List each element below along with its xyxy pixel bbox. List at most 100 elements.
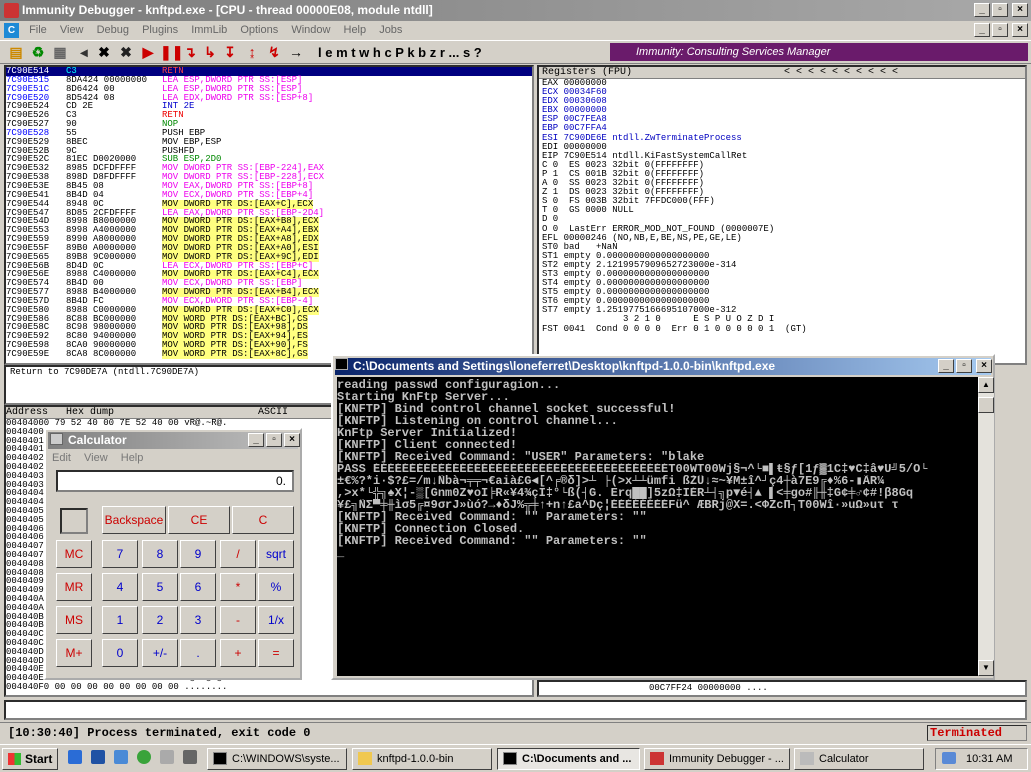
calc-key-key[interactable]: 2 (142, 606, 178, 634)
calc-key-key[interactable]: 7 (102, 540, 138, 568)
console-titlebar[interactable]: C:\Documents and Settings\loneferret\Des… (335, 358, 991, 375)
open-icon[interactable]: ▤ (8, 44, 24, 60)
calc-key-key[interactable]: 1/x (258, 606, 294, 634)
scroll-up-icon[interactable]: ▲ (978, 377, 994, 393)
console-minimize-button[interactable]: _ (938, 359, 954, 373)
calc-menu-view[interactable]: View (84, 452, 108, 464)
calc-key-key[interactable]: 9 (180, 540, 216, 568)
calc-maximize-button[interactable]: ▫ (266, 433, 282, 447)
backspace-button[interactable]: Backspace (102, 506, 166, 534)
disassembly-pane[interactable]: 7C90E514 C3 RETN 7C90E515 8DA424 00000000 LEA… (4, 65, 534, 365)
console-close-button[interactable]: × (976, 359, 992, 373)
register-row[interactable]: ECX 00034F60 (539, 87, 1025, 97)
step-into-icon[interactable]: ↴ (182, 44, 198, 60)
menu-view[interactable]: View (55, 21, 89, 40)
calculator-window[interactable]: Calculator _ ▫ × Edit View Help 0. Backs… (44, 428, 302, 680)
calc-key-key[interactable]: 5 (142, 573, 178, 601)
calc-key-mem[interactable]: MC (56, 540, 92, 568)
console-window[interactable]: C:\Documents and Settings\loneferret\Des… (331, 354, 995, 680)
menu-immlib[interactable]: ImmLib (186, 21, 232, 40)
menu-help[interactable]: Help (339, 21, 372, 40)
register-row[interactable]: FST 0041 Cond 0 0 0 0 Err 0 1 0 0 0 0 0 … (539, 324, 1025, 334)
consulting-banner[interactable]: Immunity: Consulting Services Manager (610, 43, 1028, 61)
menu-debug[interactable]: Debug (92, 21, 134, 40)
trace-into-icon[interactable]: ↧ (222, 44, 238, 60)
menu-file[interactable]: File (24, 21, 52, 40)
task-immunity[interactable]: Immunity Debugger - ... (644, 748, 790, 770)
media-player-icon[interactable] (137, 750, 151, 764)
pause-icon[interactable]: ❚❚ (160, 44, 183, 60)
cmd-quicklaunch-icon[interactable] (183, 750, 197, 764)
calc-key-key[interactable]: - (220, 606, 256, 634)
trace-over-icon[interactable]: ↨ (244, 44, 260, 60)
close-process-icon[interactable]: ✖ (96, 44, 112, 60)
registers-nav-arrows[interactable]: < < < < < < < < < < (784, 67, 898, 79)
stack-pane[interactable]: 00C7FF24 00000000 .... (537, 680, 1027, 697)
calc-key-key[interactable]: * (220, 573, 256, 601)
menu-jobs[interactable]: Jobs (374, 21, 407, 40)
registers-pane[interactable]: Registers (FPU) < < < < < < < < < < EAX … (537, 65, 1027, 365)
mdi-restore-button[interactable]: ▫ (992, 23, 1008, 37)
console-maximize-button[interactable]: ▫ (956, 359, 972, 373)
clear-entry-button[interactable]: CE (168, 506, 230, 534)
calc-key-key[interactable]: = (258, 639, 294, 667)
window-shortcut-letters[interactable]: l e m t w h c P k b z r ... s ? (318, 45, 482, 60)
calc-key-mem[interactable]: MS (56, 606, 92, 634)
register-row[interactable]: EDX 00030608 (539, 97, 1025, 106)
ie-icon[interactable] (68, 750, 82, 764)
task-folder[interactable]: knftpd-1.0.0-bin (352, 748, 492, 770)
disasm-row[interactable]: 7C90E527 90 NOP (6, 120, 532, 129)
calc-menu-help[interactable]: Help (121, 452, 144, 464)
step-back-icon[interactable]: ◂ (76, 44, 92, 60)
goto-icon[interactable]: → (288, 44, 304, 60)
console-output[interactable]: reading passwd configuragion... Starting … (337, 377, 978, 676)
clear-button[interactable]: C (232, 506, 294, 534)
calc-menu-edit[interactable]: Edit (52, 452, 71, 464)
restart-icon[interactable]: ♻ (30, 44, 46, 60)
maximize-button[interactable]: ▫ (992, 3, 1008, 17)
scroll-down-icon[interactable]: ▼ (978, 660, 994, 676)
calc-key-key[interactable]: / (220, 540, 256, 568)
calc-key-key[interactable]: 3 (180, 606, 216, 634)
calc-key-key[interactable]: sqrt (258, 540, 294, 568)
calc-minimize-button[interactable]: _ (248, 433, 264, 447)
task-calculator[interactable]: Calculator (794, 748, 924, 770)
disasm-row[interactable]: 7C90E524 CD 2E INT 2E (6, 102, 532, 111)
disasm-row[interactable]: 7C90E526 C3 RETN (6, 111, 532, 120)
run-icon[interactable]: ✖ (118, 44, 134, 60)
register-row[interactable]: ESI 7C90DE6E ntdll.ZwTerminateProcess (539, 133, 1025, 143)
minimize-button[interactable]: _ (974, 3, 990, 17)
menu-plugins[interactable]: Plugins (137, 21, 183, 40)
dump-row[interactable]: 004040F0 00 00 00 00 00 00 00 00 .......… (6, 683, 532, 692)
menu-window[interactable]: Window (286, 21, 335, 40)
clock[interactable]: 10:31 AM (966, 753, 1012, 765)
calc-key-key[interactable]: 8 (142, 540, 178, 568)
calc-key-key[interactable]: . (180, 639, 216, 667)
scroll-thumb[interactable] (978, 397, 994, 413)
word-icon[interactable] (91, 750, 105, 764)
task-cmd-windows[interactable]: C:\WINDOWS\syste... (207, 748, 347, 770)
command-line-input[interactable] (4, 700, 1027, 720)
register-row[interactable]: EBX 00000000 (539, 106, 1025, 115)
calc-key-key[interactable]: 6 (180, 573, 216, 601)
task-console[interactable]: C:\Documents and ... (497, 748, 640, 770)
calculator-quicklaunch-icon[interactable] (160, 750, 174, 764)
calc-key-key[interactable]: + (220, 639, 256, 667)
calc-key-key[interactable]: 1 (102, 606, 138, 634)
immunity-titlebar[interactable]: Immunity Debugger - knftpd.exe - [CPU - … (0, 0, 1031, 21)
register-row[interactable]: EAX 00000000 (539, 78, 1025, 88)
explorer-icon[interactable] (114, 750, 128, 764)
calc-key-mem[interactable]: MR (56, 573, 92, 601)
calc-key-key[interactable]: +/- (142, 639, 178, 667)
play-icon[interactable]: ▶ (140, 44, 156, 60)
calc-close-button[interactable]: × (284, 433, 300, 447)
disasm-row[interactable]: 7C90E529 8BEC MOV EBP,ESP (6, 137, 532, 147)
mdi-minimize-button[interactable]: _ (974, 23, 990, 37)
attach-icon[interactable]: ▦ (52, 44, 68, 60)
console-scrollbar[interactable]: ▲ ▼ (978, 377, 994, 676)
mdi-close-button[interactable]: × (1012, 23, 1028, 37)
calc-key-mem[interactable]: M+ (56, 639, 92, 667)
register-row[interactable]: ESP 00C7FEA8 (539, 115, 1025, 124)
calc-key-key[interactable]: 0 (102, 639, 138, 667)
close-button[interactable]: × (1012, 3, 1028, 17)
